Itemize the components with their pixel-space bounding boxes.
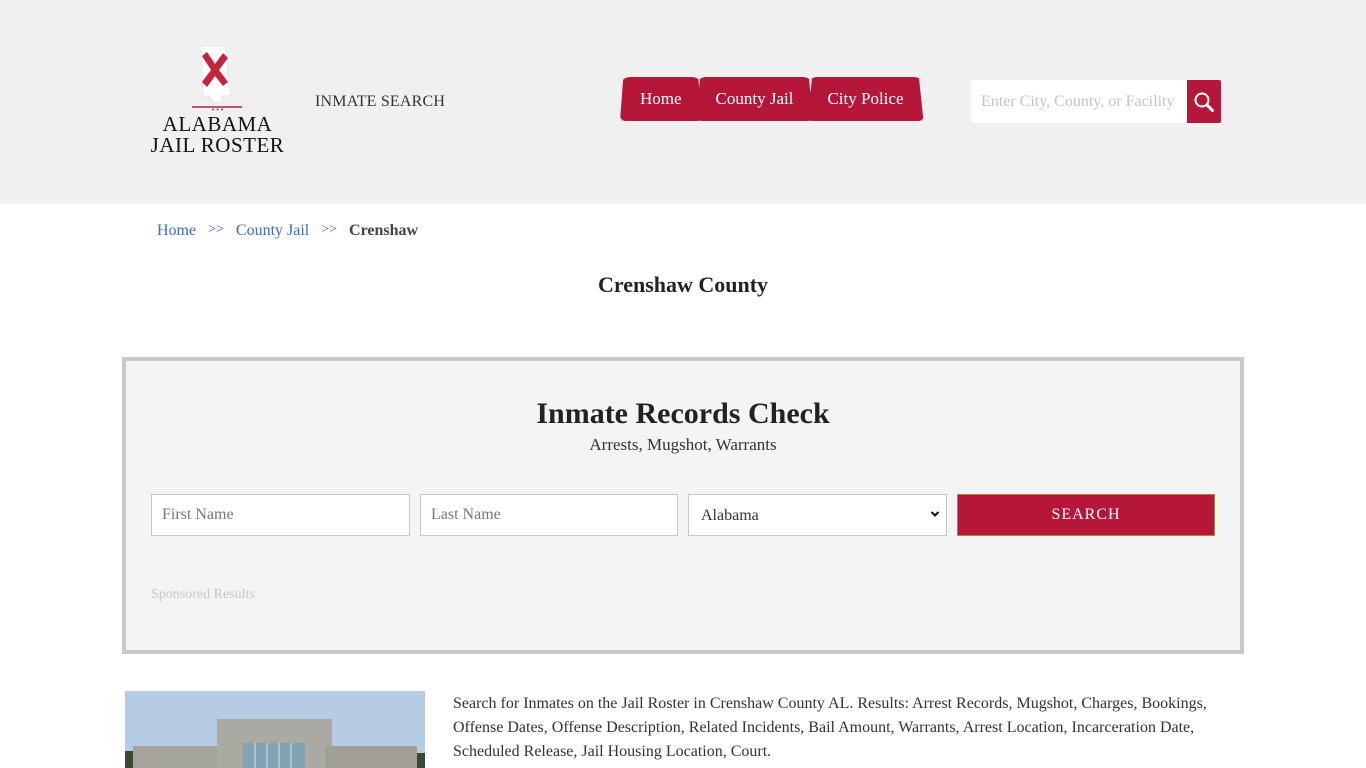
site-header: ••• ALABAMA JAIL ROSTER INMATE SEARCH Ho… <box>0 0 1366 204</box>
breadcrumb-current: Crenshaw <box>349 222 419 239</box>
nav-tab-county-jail[interactable]: County Jail <box>695 77 814 121</box>
county-description: Search for Inmates on the Jail Roster in… <box>453 695 1207 760</box>
breadcrumb-home[interactable]: Home <box>157 222 196 240</box>
inmate-records-check-panel: Inmate Records Check Arrests, Mugshot, W… <box>122 357 1244 654</box>
sponsored-results-label: Sponsored Results <box>151 587 255 602</box>
site-search-input[interactable] <box>971 80 1187 123</box>
records-search-button[interactable]: SEARCH <box>957 494 1215 536</box>
search-icon <box>1194 92 1214 112</box>
records-check-title: Inmate Records Check <box>536 397 830 430</box>
jail-building-image <box>125 691 425 768</box>
logo-line-1: ALABAMA <box>162 112 273 136</box>
county-jail-photo <box>125 691 425 768</box>
breadcrumb-separator: >> <box>208 222 224 237</box>
site-search-button[interactable] <box>1187 80 1221 123</box>
first-name-input[interactable] <box>151 494 410 536</box>
nav-tab-home[interactable]: Home <box>620 77 702 121</box>
breadcrumb-county-jail[interactable]: County Jail <box>236 222 309 240</box>
site-search <box>971 80 1221 123</box>
page-title: Crenshaw County <box>597 272 769 297</box>
breadcrumb-separator: >> <box>321 222 338 237</box>
breadcrumb: Home >> County Jail >> Crenshaw <box>157 222 418 240</box>
logo-line-2: JAIL ROSTER <box>150 133 285 157</box>
records-check-subtitle: Arrests, Mugshot, Warrants <box>589 435 777 454</box>
main-nav: Home County Jail City Police <box>620 77 924 121</box>
last-name-input[interactable] <box>420 494 678 536</box>
state-select[interactable]: Alabama <box>688 494 947 536</box>
nav-tab-city-police[interactable]: City Police <box>807 77 924 121</box>
logo-text: ALABAMA JAIL ROSTER <box>150 114 285 156</box>
alabama-map-icon <box>200 45 232 103</box>
site-logo[interactable]: ••• ALABAMA JAIL ROSTER <box>150 44 285 160</box>
inmate-search-link[interactable]: INMATE SEARCH <box>315 93 445 111</box>
